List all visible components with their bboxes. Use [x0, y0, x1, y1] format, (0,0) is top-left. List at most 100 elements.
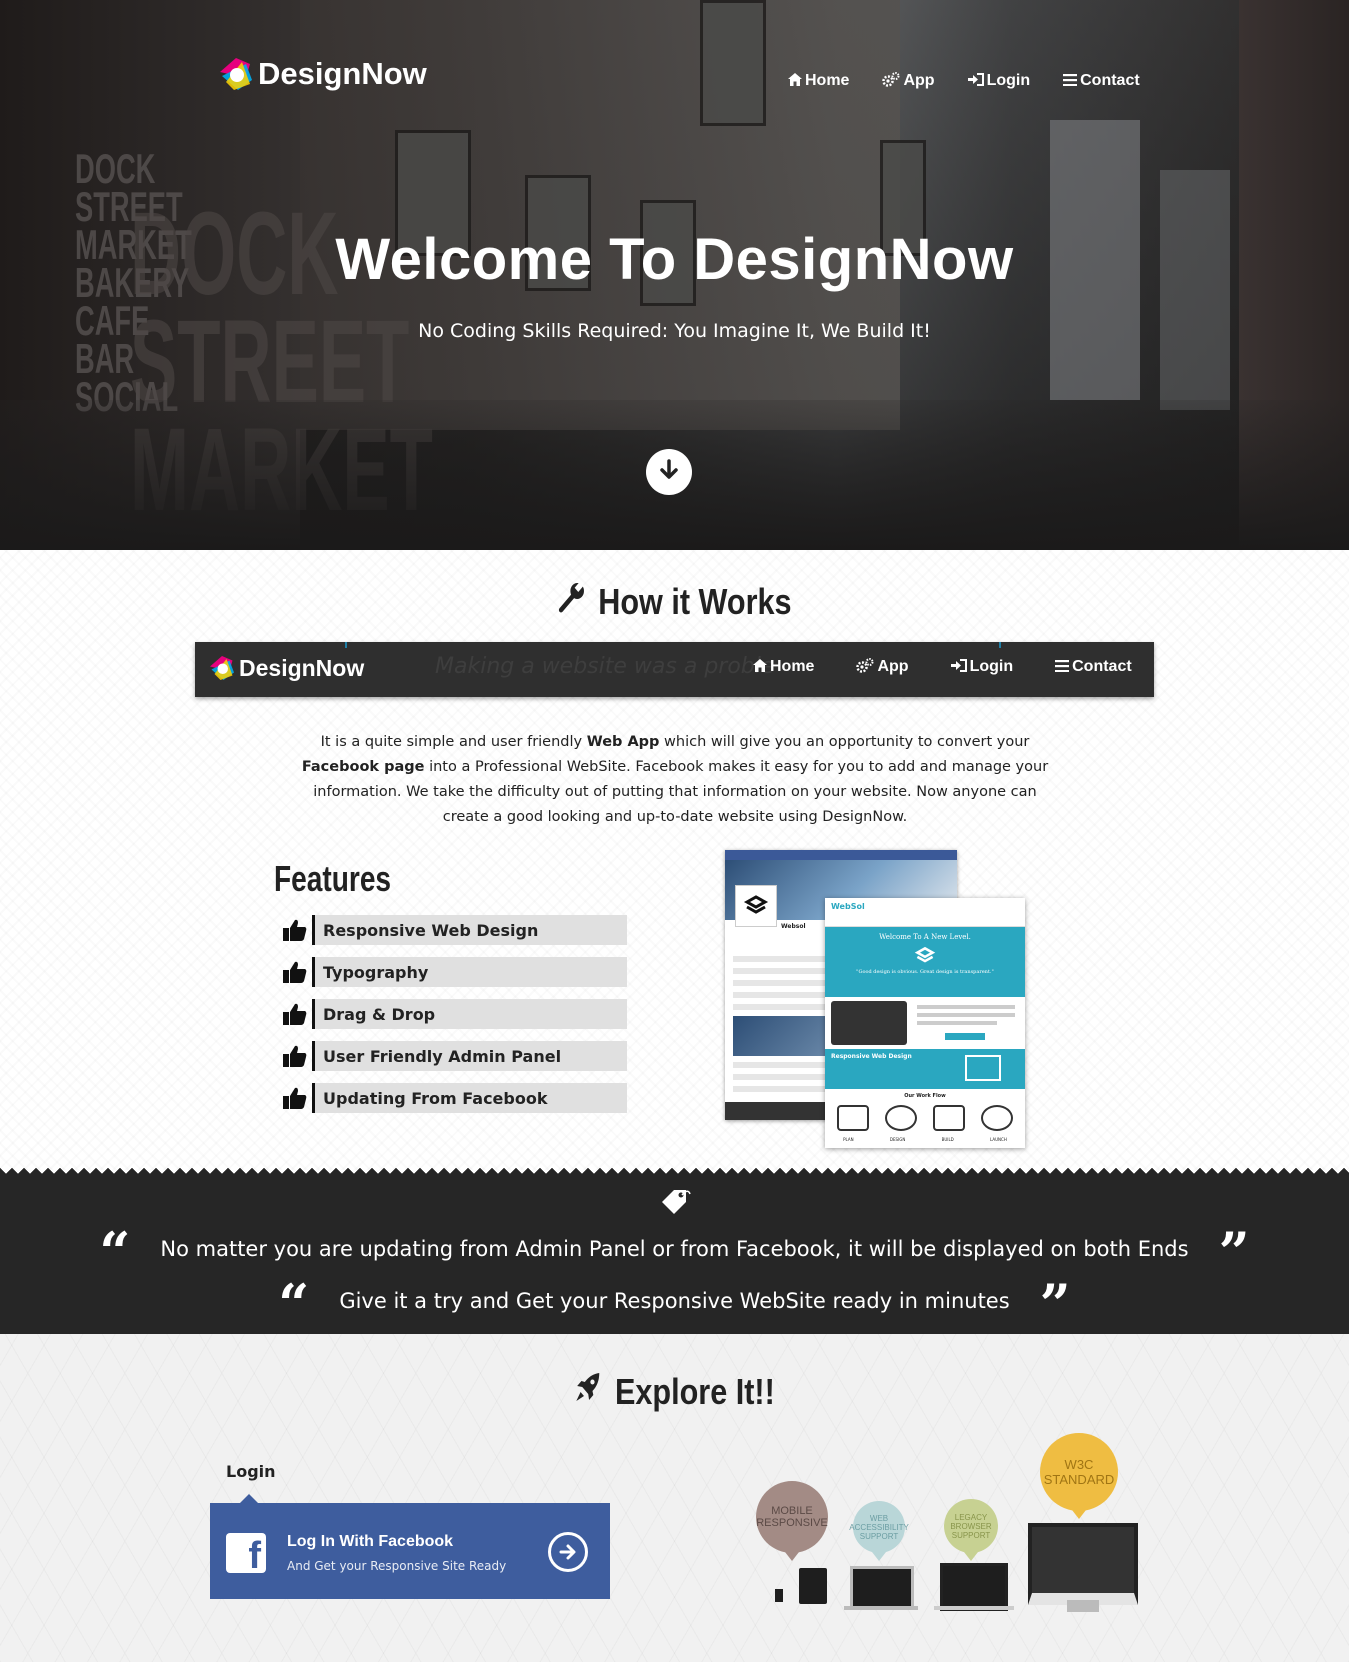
- feature-item: User Friendly Admin Panel: [278, 1040, 627, 1072]
- explore-title: Explore It!!: [614, 1370, 775, 1412]
- explore-section: Explore It!! Login f Log In With Faceboo…: [0, 1334, 1349, 1662]
- website-workflow-labels: PLAN DESIGN BUILD LAUNCH: [825, 1137, 1025, 1142]
- phone-icon: [775, 1589, 783, 1602]
- website-hero-band: Welcome To A New Level. "Good design is …: [825, 927, 1025, 997]
- tag-icon: [658, 1186, 692, 1222]
- generated-website-screenshot: WebSol Welcome To A New Level. "Good des…: [825, 898, 1025, 1148]
- how-it-works-section: How it Works Making a website was a prob…: [0, 550, 1349, 1170]
- wrench-icon: [557, 580, 586, 623]
- facebook-login-button[interactable]: f Log In With Facebook And Get your Resp…: [210, 1494, 610, 1599]
- monitor-icon: [965, 1055, 1001, 1081]
- nav-home-label: Home: [805, 72, 850, 89]
- preview-nav-app-label: App: [877, 658, 909, 675]
- feature-item: Responsive Web Design: [278, 914, 627, 946]
- website-header: WebSol: [825, 898, 1025, 927]
- preview-nav-app[interactable]: App: [856, 658, 909, 676]
- feature-item: Drag & Drop: [278, 998, 627, 1030]
- feature-label: Drag & Drop: [312, 999, 627, 1029]
- workflow-step-label: DESIGN: [889, 1137, 906, 1142]
- how-it-works-title: How it Works: [598, 580, 792, 622]
- preview-nav-home[interactable]: Home: [753, 658, 814, 676]
- bubble-legacy-browser: LEGACY BROWSER SUPPORT: [944, 1499, 998, 1561]
- nav-app-label: App: [903, 72, 935, 89]
- quote-line-1: “ No matter you are updating from Admin …: [0, 1220, 1349, 1284]
- website-quote: "Good design is obvious. Great design is…: [856, 969, 994, 975]
- websol-logo-icon: [735, 885, 777, 927]
- list-icon: [1055, 659, 1070, 675]
- nav-home[interactable]: Home: [788, 72, 849, 90]
- preview-logo[interactable]: DesignNow: [207, 653, 364, 683]
- website-workflow-title: Our Work Flow: [904, 1093, 946, 1099]
- quote-text-1: No matter you are updating from Admin Pa…: [160, 1237, 1189, 1261]
- preview-nav-contact[interactable]: Contact: [1055, 658, 1132, 676]
- thumbs-up-icon: [278, 1044, 312, 1068]
- bubble-mobile-responsive: MOBILE RESPONSIVE: [756, 1481, 828, 1561]
- intro-highlight-web-app: Web App: [586, 733, 660, 750]
- bubble-label: WEB ACCESSIBILITY SUPPORT: [849, 1513, 909, 1541]
- nav-app[interactable]: App: [882, 72, 935, 90]
- launch-icon: [981, 1105, 1013, 1131]
- website-device-image: [831, 1001, 907, 1045]
- hero-title: Welcome To DesignNow: [335, 227, 1014, 292]
- thumbs-up-icon: [278, 1002, 312, 1026]
- app-navbar-preview: Making a website was a proble DesignNow …: [195, 642, 1154, 697]
- bubble-w3c-standard: W3C STANDARD: [1040, 1433, 1118, 1519]
- open-quote-icon: “: [278, 1272, 310, 1336]
- workflow-step-label: LAUNCH: [990, 1137, 1007, 1142]
- websol-logo-icon: [825, 941, 1025, 967]
- explore-heading: Explore It!!: [101, 1370, 1248, 1413]
- workflow-step-label: BUILD: [941, 1137, 954, 1142]
- thumbs-up-icon: [278, 1086, 312, 1110]
- thumbs-up-icon: [278, 960, 312, 984]
- how-it-works-description: It is a quite simple and user friendly W…: [290, 730, 1060, 830]
- design-icon: [885, 1105, 917, 1131]
- hero-section: DOCK STREET MARKET BAKERY CAFE BAR SOCIA…: [0, 0, 1349, 550]
- feature-item: Updating From Facebook: [278, 1082, 627, 1114]
- quote-section: “ No matter you are updating from Admin …: [0, 1178, 1349, 1334]
- nav-login-label: Login: [986, 72, 1031, 89]
- facebook-to-website-mockup: Websol WebSol Welcome To A New Level. "G…: [725, 850, 1025, 1150]
- scroll-down-button[interactable]: [646, 449, 692, 495]
- arrow-right-circle-icon: [548, 1532, 588, 1572]
- nav-login[interactable]: Login: [967, 72, 1031, 90]
- site-logo[interactable]: DesignNow: [216, 54, 427, 94]
- facebook-login-subtitle: And Get your Responsive Site Ready: [287, 1559, 507, 1573]
- login-caret: [240, 1494, 258, 1503]
- website-workflow-icons: [825, 1099, 1025, 1137]
- desktop-monitor-icon: [1028, 1523, 1138, 1605]
- close-quote-icon: ”: [1039, 1272, 1071, 1336]
- preview-nav-contact-label: Contact: [1072, 658, 1132, 675]
- website-brand: WebSol: [831, 902, 865, 911]
- how-it-works-heading: How it Works: [101, 580, 1248, 623]
- preview-nav-login[interactable]: Login: [950, 658, 1014, 676]
- website-headline: Welcome To A New Level.: [879, 933, 971, 941]
- nav-contact-label: Contact: [1080, 72, 1140, 89]
- arrow-down-icon: [657, 458, 681, 486]
- rocket-icon: [574, 1370, 603, 1413]
- feature-label: Typography: [312, 957, 627, 987]
- quote-text-2: Give it a try and Get your Responsive We…: [339, 1289, 1010, 1313]
- nav-contact[interactable]: Contact: [1063, 72, 1140, 90]
- list-icon: [1063, 73, 1078, 89]
- website-section-label: Responsive Web Design: [831, 1053, 912, 1060]
- feature-item: Typography: [278, 956, 627, 988]
- laptop-base: [934, 1606, 1014, 1610]
- bubble-web-accessibility: WEB ACCESSIBILITY SUPPORT: [849, 1501, 909, 1561]
- gears-icon: [882, 72, 900, 90]
- preview-nav: Home App Login Contact: [753, 658, 1154, 676]
- preview-logo-text: DesignNow: [239, 654, 365, 681]
- feature-label: User Friendly Admin Panel: [312, 1041, 627, 1071]
- hero-bg-window: [700, 0, 766, 126]
- sign-in-icon: [950, 659, 967, 675]
- preview-nav-login-label: Login: [969, 658, 1014, 675]
- preview-nav-home-label: Home: [770, 658, 815, 675]
- main-nav: Home App Login Contact: [788, 72, 1173, 90]
- home-icon: [753, 659, 767, 675]
- laptop-icon: [940, 1563, 1008, 1611]
- close-quote-icon: ”: [1218, 1220, 1250, 1284]
- features-heading: Features: [274, 858, 392, 899]
- website-responsive-band: Responsive Web Design: [825, 1049, 1025, 1089]
- facebook-icon: f: [226, 1533, 266, 1573]
- login-label: Login: [226, 1462, 276, 1481]
- home-icon: [788, 73, 802, 89]
